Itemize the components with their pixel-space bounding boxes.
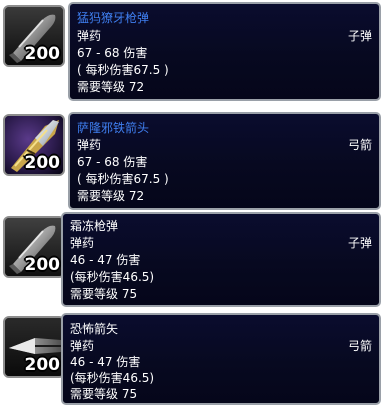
item-type: 弹药 <box>70 236 95 250</box>
item-name: 猛犸獠牙枪弹 <box>77 11 150 25</box>
stack-count: 200 <box>24 153 61 173</box>
item-damage: 46 - 47 伤害 <box>70 355 141 369</box>
item-dps: ( 每秒伤害67.5 ) <box>77 63 169 77</box>
item-tooltip: 霜冻枪弹 弹药 子弹 46 - 47 伤害 (每秒伤害46.5) 需要等级 75 <box>61 212 381 307</box>
item-subtype: 子弹 <box>347 29 372 43</box>
item-entry: 200 恐怖箭矢 弹药 弓箭 46 - 47 伤害 (每秒伤害46.5) 需要等… <box>0 310 383 405</box>
item-name: 霜冻枪弹 <box>70 219 119 233</box>
item-name: 萨隆邪铁箭头 <box>77 121 150 135</box>
item-type: 弹药 <box>77 138 102 152</box>
stack-count: 200 <box>24 355 61 375</box>
item-subtype: 子弹 <box>347 236 372 250</box>
item-type: 弹药 <box>70 339 95 353</box>
item-slot[interactable]: 200 <box>3 5 65 67</box>
item-required-level: 需要等级 72 <box>77 189 145 203</box>
item-required-level: 需要等级 75 <box>70 387 138 401</box>
item-entry: 200 猛犸獠牙枪弹 弹药 子弹 67 - 68 伤害 ( 每秒伤害67.5 )… <box>0 0 383 104</box>
item-slot[interactable]: 200 <box>3 316 65 378</box>
item-dps: ( 每秒伤害67.5 ) <box>77 172 169 186</box>
item-required-level: 需要等级 75 <box>70 287 138 301</box>
item-tooltip: 萨隆邪铁箭头 弹药 弓箭 67 - 68 伤害 ( 每秒伤害67.5 ) 需要等… <box>68 112 381 210</box>
item-damage: 67 - 68 伤害 <box>77 155 148 169</box>
item-name: 恐怖箭矢 <box>70 322 119 336</box>
item-type: 弹药 <box>77 29 102 43</box>
item-entry: 200 霜冻枪弹 弹药 子弹 46 - 47 伤害 (每秒伤害46.5) 需要等… <box>0 210 383 308</box>
item-required-level: 需要等级 72 <box>77 80 145 94</box>
item-subtype: 弓箭 <box>347 339 372 353</box>
stack-count: 200 <box>24 255 61 275</box>
stack-count: 200 <box>24 44 61 64</box>
item-damage: 46 - 47 伤害 <box>70 253 141 267</box>
item-tooltip: 恐怖箭矢 弹药 弓箭 46 - 47 伤害 (每秒伤害46.5) 需要等级 75 <box>61 313 381 405</box>
item-dps: (每秒伤害46.5) <box>70 371 155 385</box>
item-dps: (每秒伤害46.5) <box>70 270 155 284</box>
item-slot[interactable]: 200 <box>3 114 65 176</box>
item-slot[interactable]: 200 <box>3 216 65 278</box>
item-damage: 67 - 68 伤害 <box>77 46 148 60</box>
item-tooltip: 猛犸獠牙枪弹 弹药 子弹 67 - 68 伤害 ( 每秒伤害67.5 ) 需要等… <box>68 2 381 101</box>
item-subtype: 弓箭 <box>347 138 372 152</box>
item-entry: 200 萨隆邪铁箭头 弹药 弓箭 67 - 68 伤害 ( 每秒伤害67.5 )… <box>0 106 383 210</box>
